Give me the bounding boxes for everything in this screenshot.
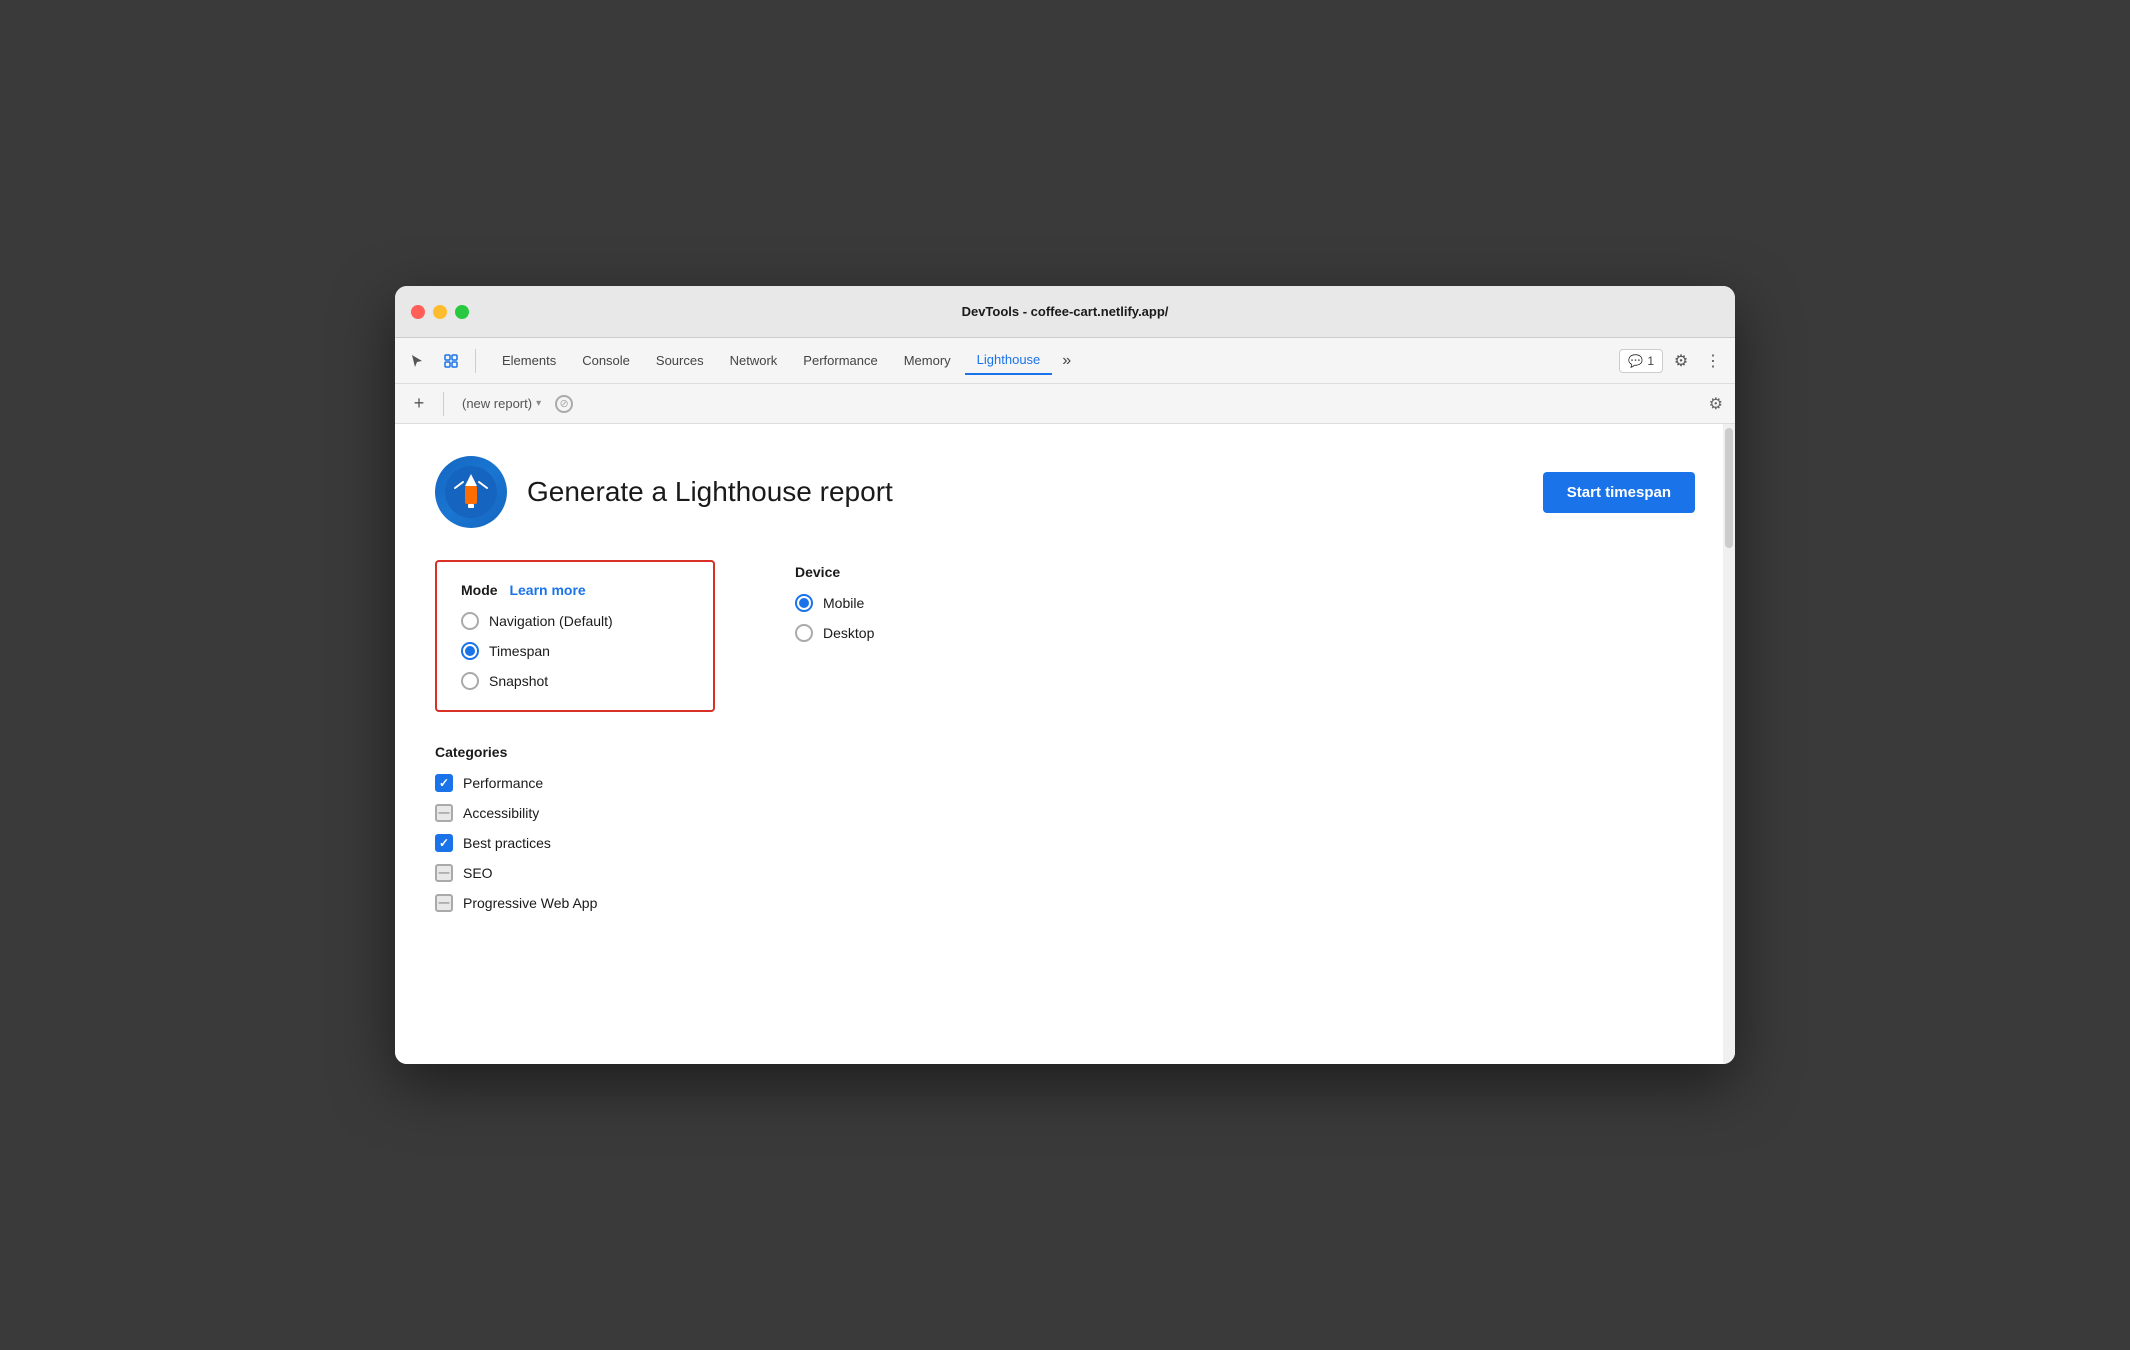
toolbar-divider [475,349,476,373]
gear-icon: ⚙ [1674,351,1688,371]
scrollbar[interactable] [1723,424,1735,1064]
tab-right-tools: 💬 1 ⚙ ⋮ [1619,347,1727,375]
sub-bar: + (new report) ▾ ⊘ ⚙ [395,384,1735,424]
start-timespan-button[interactable]: Start timespan [1543,472,1695,513]
chat-badge-button[interactable]: 💬 1 [1619,349,1663,373]
tab-bar: Elements Console Sources Network Perform… [395,338,1735,384]
chat-icon: 💬 [1628,354,1643,368]
tab-elements[interactable]: Elements [490,347,568,374]
scrollbar-thumb[interactable] [1725,428,1733,548]
report-title: Generate a Lighthouse report [527,476,893,508]
category-accessibility[interactable]: Accessibility [435,804,1695,822]
mode-device-row: Mode Learn more Navigation (Default) Tim… [435,560,1695,712]
settings-button[interactable]: ⚙ [1667,347,1695,375]
mode-section-title: Mode Learn more [461,582,689,598]
dots-icon: ⋮ [1705,351,1721,371]
device-desktop-radio[interactable] [795,624,813,642]
report-title-group: Generate a Lighthouse report [435,456,893,528]
mode-navigation-radio[interactable] [461,612,479,630]
maximize-button[interactable] [455,305,469,319]
category-performance[interactable]: Performance [435,774,1695,792]
more-tabs-button[interactable]: » [1054,348,1079,374]
chevron-down-icon: ▾ [536,398,541,409]
categories-section: Categories Performance Accessibility Bes… [435,744,1695,912]
minimize-button[interactable] [433,305,447,319]
tab-lighthouse[interactable]: Lighthouse [965,346,1053,375]
tab-performance[interactable]: Performance [791,347,889,374]
device-desktop-option[interactable]: Desktop [795,624,874,642]
device-section-title: Device [795,564,874,580]
category-best-practices[interactable]: Best practices [435,834,1695,852]
categories-checkbox-group: Performance Accessibility Best practices… [435,774,1695,912]
category-pwa[interactable]: Progressive Web App [435,894,1695,912]
mode-timespan-option[interactable]: Timespan [461,642,689,660]
close-button[interactable] [411,305,425,319]
mode-timespan-radio[interactable] [461,642,479,660]
cursor-tool-button[interactable] [403,347,431,375]
title-bar: DevTools - coffee-cart.netlify.app/ [395,286,1735,338]
inspect-tool-button[interactable] [437,347,465,375]
tab-console[interactable]: Console [570,347,642,374]
category-performance-checkbox[interactable] [435,774,453,792]
cancel-icon: ⊘ [560,397,569,410]
categories-title: Categories [435,744,1695,760]
category-pwa-checkbox[interactable] [435,894,453,912]
mode-snapshot-option[interactable]: Snapshot [461,672,689,690]
tab-memory[interactable]: Memory [892,347,963,374]
device-mobile-radio[interactable] [795,594,813,612]
report-dropdown[interactable]: (new report) ▾ [456,392,547,415]
category-accessibility-checkbox[interactable] [435,804,453,822]
category-seo-checkbox[interactable] [435,864,453,882]
window-title: DevTools - coffee-cart.netlify.app/ [962,304,1169,319]
learn-more-link[interactable]: Learn more [509,582,585,598]
mode-radio-group: Navigation (Default) Timespan Snapshot [461,612,689,690]
category-seo[interactable]: SEO [435,864,1695,882]
new-report-plus-button[interactable]: + [407,393,431,414]
subbar-divider [443,392,444,416]
lighthouse-settings-button[interactable]: ⚙ [1709,394,1723,414]
mode-snapshot-radio[interactable] [461,672,479,690]
mode-navigation-option[interactable]: Navigation (Default) [461,612,689,630]
mode-section: Mode Learn more Navigation (Default) Tim… [435,560,715,712]
tab-network[interactable]: Network [718,347,790,374]
tab-sources[interactable]: Sources [644,347,716,374]
category-best-practices-checkbox[interactable] [435,834,453,852]
lighthouse-logo [435,456,507,528]
more-options-button[interactable]: ⋮ [1699,347,1727,375]
traffic-lights [411,305,469,319]
report-header: Generate a Lighthouse report Start times… [435,456,1695,528]
block-report-button[interactable]: ⊘ [555,395,573,413]
device-section: Device Mobile Desktop [795,560,874,712]
devtools-window: DevTools - coffee-cart.netlify.app/ Elem… [395,286,1735,1064]
toolbar-icons [403,347,480,375]
device-radio-group: Mobile Desktop [795,594,874,642]
main-content: Generate a Lighthouse report Start times… [395,424,1735,1064]
device-mobile-option[interactable]: Mobile [795,594,874,612]
